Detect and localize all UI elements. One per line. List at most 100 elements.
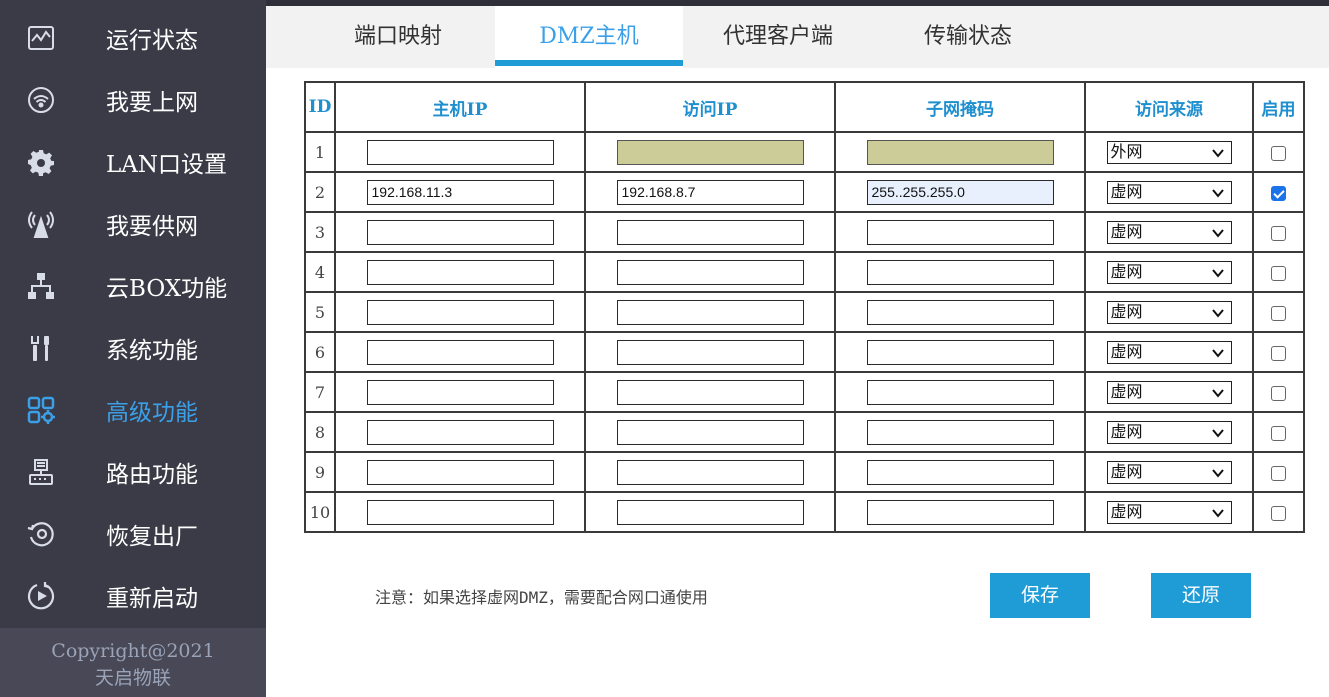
enabled-checkbox[interactable] [1271, 505, 1286, 521]
access-source-select[interactable]: 虚网 [1106, 460, 1232, 484]
subnet-mask-input[interactable] [866, 219, 1054, 245]
save-button[interactable]: 保存 [990, 573, 1090, 618]
access-source-cell: 虚网 [1084, 211, 1254, 253]
access-ip-input[interactable] [616, 459, 804, 485]
enabled-checkbox[interactable] [1271, 265, 1286, 281]
access-ip-cell [584, 491, 836, 533]
subnet-mask-input[interactable] [866, 379, 1054, 405]
access-ip-input[interactable] [616, 259, 804, 285]
table-row: 1 外网 [304, 131, 1305, 173]
subnet-mask-input[interactable] [866, 259, 1054, 285]
access-source-value: 虚网 [1110, 463, 1143, 481]
host-ip-input[interactable] [366, 419, 554, 445]
sidebar-item-reboot[interactable]: 重新启动 [0, 565, 266, 627]
tab-dmz-host[interactable]: DMZ主机 [495, 6, 683, 68]
access-ip-input[interactable] [616, 499, 804, 525]
access-source-select[interactable]: 虚网 [1106, 380, 1232, 404]
sidebar-item-label: 高级功能 [106, 400, 198, 426]
host-ip-cell [334, 411, 586, 453]
sidebar-item-label: 我要上网 [106, 90, 198, 116]
host-ip-input[interactable] [366, 379, 554, 405]
enabled-cell [1252, 411, 1305, 453]
sidebar-item-label: 云BOX功能 [106, 276, 228, 302]
sidebar-item-cloudbox[interactable]: 云BOX功能 [0, 255, 266, 317]
access-source-select[interactable]: 虚网 [1106, 260, 1232, 284]
access-ip-cell [584, 171, 836, 213]
subnet-mask-input[interactable] [866, 299, 1054, 325]
sidebar-item-label: 运行状态 [106, 28, 198, 54]
row-id: 2 [304, 171, 336, 213]
access-source-select[interactable]: 虚网 [1106, 500, 1232, 524]
sidebar-item-system[interactable]: 系统功能 [0, 317, 266, 379]
sidebar-item-internet[interactable]: 我要上网 [0, 69, 266, 131]
subnet-mask-input[interactable] [866, 459, 1054, 485]
table-row: 7 虚网 [304, 371, 1305, 413]
sidebar-item-status[interactable]: 运行状态 [0, 7, 266, 69]
sidebar: 运行状态 我要上网 LAN口设置 我要供网 云BOX功能 系统功能 高级功能 路… [0, 0, 266, 697]
access-ip-input[interactable] [616, 179, 804, 205]
host-ip-input[interactable] [366, 219, 554, 245]
sidebar-item-advanced[interactable]: 高级功能 [0, 379, 266, 441]
tab-port-mapping[interactable]: 端口映射 [318, 6, 478, 68]
host-ip-input[interactable] [366, 179, 554, 205]
table-body: 1 外网 2 虚网 3 虚网 4 虚网 5 虚网 6 虚网 7 虚网 8 虚网 9 虚网 10 虚网 [304, 131, 1305, 533]
chevron-down-icon [1211, 468, 1224, 478]
row-id: 7 [304, 371, 336, 413]
access-source-select[interactable]: 虚网 [1106, 220, 1232, 244]
access-ip-input[interactable] [616, 139, 804, 165]
sidebar-item-provide[interactable]: 我要供网 [0, 193, 266, 255]
enabled-checkbox[interactable] [1271, 385, 1286, 401]
host-ip-input[interactable] [366, 139, 554, 165]
host-ip-input[interactable] [366, 339, 554, 365]
enabled-checkbox[interactable] [1271, 465, 1286, 481]
access-ip-input[interactable] [616, 419, 804, 445]
access-source-select[interactable]: 外网 [1106, 140, 1232, 164]
enabled-checkbox[interactable] [1271, 305, 1286, 321]
sidebar-item-routing[interactable]: 路由功能 [0, 441, 266, 503]
enabled-checkbox[interactable] [1271, 185, 1286, 201]
enabled-cell [1252, 491, 1305, 533]
subnet-mask-input[interactable] [866, 419, 1054, 445]
access-source-select[interactable]: 虚网 [1106, 180, 1232, 204]
access-ip-input[interactable] [616, 379, 804, 405]
host-ip-cell [334, 491, 586, 533]
restore-button[interactable]: 还原 [1151, 573, 1251, 618]
sidebar-item-factory-reset[interactable]: 恢复出厂 [0, 503, 266, 565]
chevron-down-icon [1211, 508, 1224, 518]
host-ip-input[interactable] [366, 299, 554, 325]
chevron-down-icon [1211, 268, 1224, 278]
header-id: ID [304, 81, 336, 133]
access-source-value: 虚网 [1110, 423, 1143, 441]
enabled-cell [1252, 211, 1305, 253]
subnet-mask-input[interactable] [866, 339, 1054, 365]
enabled-cell [1252, 291, 1305, 333]
table-row: 2 虚网 [304, 171, 1305, 213]
header-subnet-mask: 子网掩码 [834, 81, 1086, 133]
access-source-select[interactable]: 虚网 [1106, 340, 1232, 364]
chevron-down-icon [1211, 348, 1224, 358]
row-id: 8 [304, 411, 336, 453]
table-row: 10 虚网 [304, 491, 1305, 533]
access-ip-input[interactable] [616, 339, 804, 365]
access-source-select[interactable]: 虚网 [1106, 300, 1232, 324]
access-ip-input[interactable] [616, 299, 804, 325]
sidebar-item-lan[interactable]: LAN口设置 [0, 131, 266, 193]
enabled-checkbox[interactable] [1271, 345, 1286, 361]
subnet-mask-input[interactable] [866, 179, 1054, 205]
host-ip-cell [334, 211, 586, 253]
access-ip-cell [584, 371, 836, 413]
access-source-cell: 虚网 [1084, 291, 1254, 333]
tab-proxy-client[interactable]: 代理客户端 [698, 6, 858, 68]
access-source-select[interactable]: 虚网 [1106, 420, 1232, 444]
enabled-checkbox[interactable] [1271, 425, 1286, 441]
tab-transfer-status[interactable]: 传输状态 [888, 6, 1048, 68]
enabled-checkbox[interactable] [1271, 225, 1286, 241]
host-ip-input[interactable] [366, 259, 554, 285]
host-ip-input[interactable] [366, 459, 554, 485]
enabled-checkbox[interactable] [1271, 145, 1286, 161]
host-ip-input[interactable] [366, 499, 554, 525]
subnet-mask-input[interactable] [866, 139, 1054, 165]
access-ip-input[interactable] [616, 219, 804, 245]
enabled-cell [1252, 451, 1305, 493]
subnet-mask-input[interactable] [866, 499, 1054, 525]
